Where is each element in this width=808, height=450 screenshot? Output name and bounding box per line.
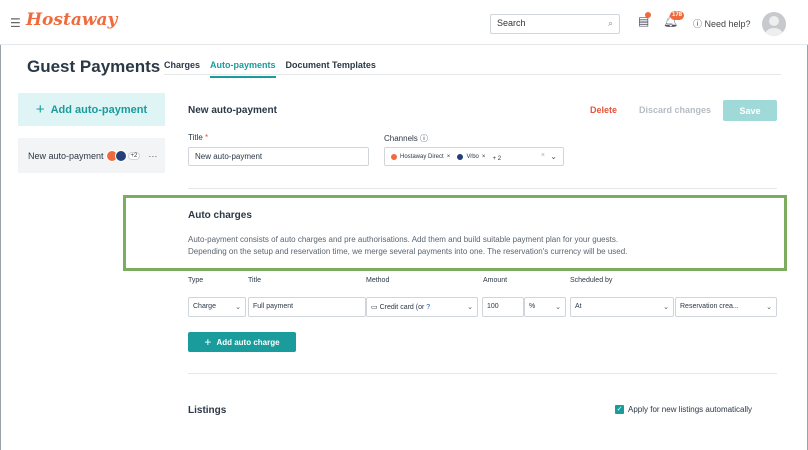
delete-button[interactable]: Delete [590, 105, 617, 115]
auto-charges-description: Auto-payment consists of auto charges an… [188, 235, 628, 256]
charge-title-input[interactable]: Full payment [248, 297, 366, 317]
add-auto-charge-button[interactable]: + Add auto charge [188, 332, 296, 352]
title-label: Title * [188, 133, 209, 142]
top-bar: ☰ Hostaway Search ⌕ ▤ 🔔︎ 178 ⓘ Need help… [0, 0, 808, 45]
chevron-down-icon: ⌄ [766, 304, 772, 311]
channels-select[interactable]: Hostaway Direct × Vrbo × + 2 × ⌄ [384, 147, 564, 166]
scheduled-select[interactable]: At ⌄ [570, 297, 674, 317]
add-auto-payment-button[interactable]: + Add auto-payment [18, 93, 165, 126]
listings-title: Listings [188, 405, 227, 416]
window-left-border [0, 0, 1, 450]
vrbo-dot-icon [457, 154, 464, 160]
channel-chip-hostaway[interactable]: Hostaway Direct × [391, 154, 450, 160]
hostaway-dot-icon [391, 154, 397, 160]
search-placeholder: Search [497, 18, 526, 28]
tabs-divider [164, 74, 781, 75]
title-input[interactable]: New auto-payment [188, 147, 369, 166]
highlight-box [123, 195, 787, 271]
sidebar-item-new-auto-payment[interactable]: New auto-payment +2 ··· [18, 138, 165, 173]
column-method: Method [366, 277, 390, 284]
column-title: Title [248, 277, 261, 284]
help-link[interactable]: ⓘ Need help? [693, 17, 751, 30]
tab-document-templates[interactable]: Document Templates [286, 60, 376, 78]
column-amount: Amount [483, 277, 508, 284]
section-divider [188, 188, 777, 189]
chevron-down-icon: ⌄ [467, 304, 473, 311]
channel-vrbo-icon [114, 149, 127, 162]
column-scheduled-by: Scheduled by [570, 277, 613, 284]
amount-input[interactable]: 100 [482, 297, 524, 317]
event-select[interactable]: Reservation crea... ⌄ [675, 297, 777, 317]
remove-chip-icon[interactable]: × [482, 154, 486, 160]
plus-icon: + [204, 335, 212, 349]
tab-bar: Charges Auto-payments Document Templates [164, 60, 376, 78]
clear-icon[interactable]: × [541, 152, 545, 159]
checkbox-checked-icon[interactable]: ✓ [615, 405, 624, 414]
tab-auto-payments[interactable]: Auto-payments [210, 60, 276, 78]
notification-badge: 178 [670, 11, 685, 20]
remove-chip-icon[interactable]: × [447, 154, 451, 160]
chevron-down-icon[interactable]: ⌄ [550, 152, 557, 161]
channel-chip-vrbo[interactable]: Vrbo × [457, 154, 485, 160]
plus-icon: + [35, 101, 45, 118]
help-icon[interactable]: ? [426, 304, 430, 311]
tab-charges[interactable]: Charges [164, 60, 200, 78]
discard-changes-button[interactable]: Discard changes [639, 105, 711, 115]
help-label: Need help? [704, 19, 751, 29]
unit-select[interactable]: % ⌄ [524, 297, 566, 317]
add-auto-payment-label: Add auto-payment [50, 103, 148, 116]
search-input[interactable]: Search ⌕ [490, 14, 620, 34]
info-icon: ⓘ [420, 134, 429, 143]
logo[interactable]: Hostaway [26, 10, 117, 30]
news-badge-dot [645, 12, 651, 18]
channels-more: + 2 [492, 156, 502, 162]
user-avatar[interactable] [762, 12, 786, 36]
chevron-down-icon: ⌄ [555, 304, 561, 311]
form-heading: New auto-payment [188, 105, 277, 116]
search-icon[interactable]: ⌕ [608, 18, 613, 29]
channel-more-badge: +2 [127, 151, 141, 160]
save-button[interactable]: Save [723, 100, 777, 121]
section-divider [188, 373, 777, 374]
sidebar-item-label: New auto-payment [28, 150, 104, 161]
method-select[interactable]: ▭ Credit card (or ? ⌄ [366, 297, 478, 317]
apply-new-listings-checkbox[interactable]: ✓ Apply for new listings automatically [615, 405, 752, 414]
more-options-icon[interactable]: ··· [148, 151, 157, 161]
menu-icon[interactable]: ☰ [10, 16, 21, 30]
channels-label: Channels ⓘ [384, 134, 429, 143]
type-select[interactable]: Charge ⌄ [188, 297, 246, 317]
page-title: Guest Payments [27, 57, 161, 76]
chevron-down-icon: ⌄ [663, 304, 669, 311]
auto-charges-title: Auto charges [188, 210, 252, 221]
credit-card-icon: ▭ [371, 304, 378, 311]
column-type: Type [188, 277, 204, 284]
chevron-down-icon: ⌄ [235, 304, 241, 311]
